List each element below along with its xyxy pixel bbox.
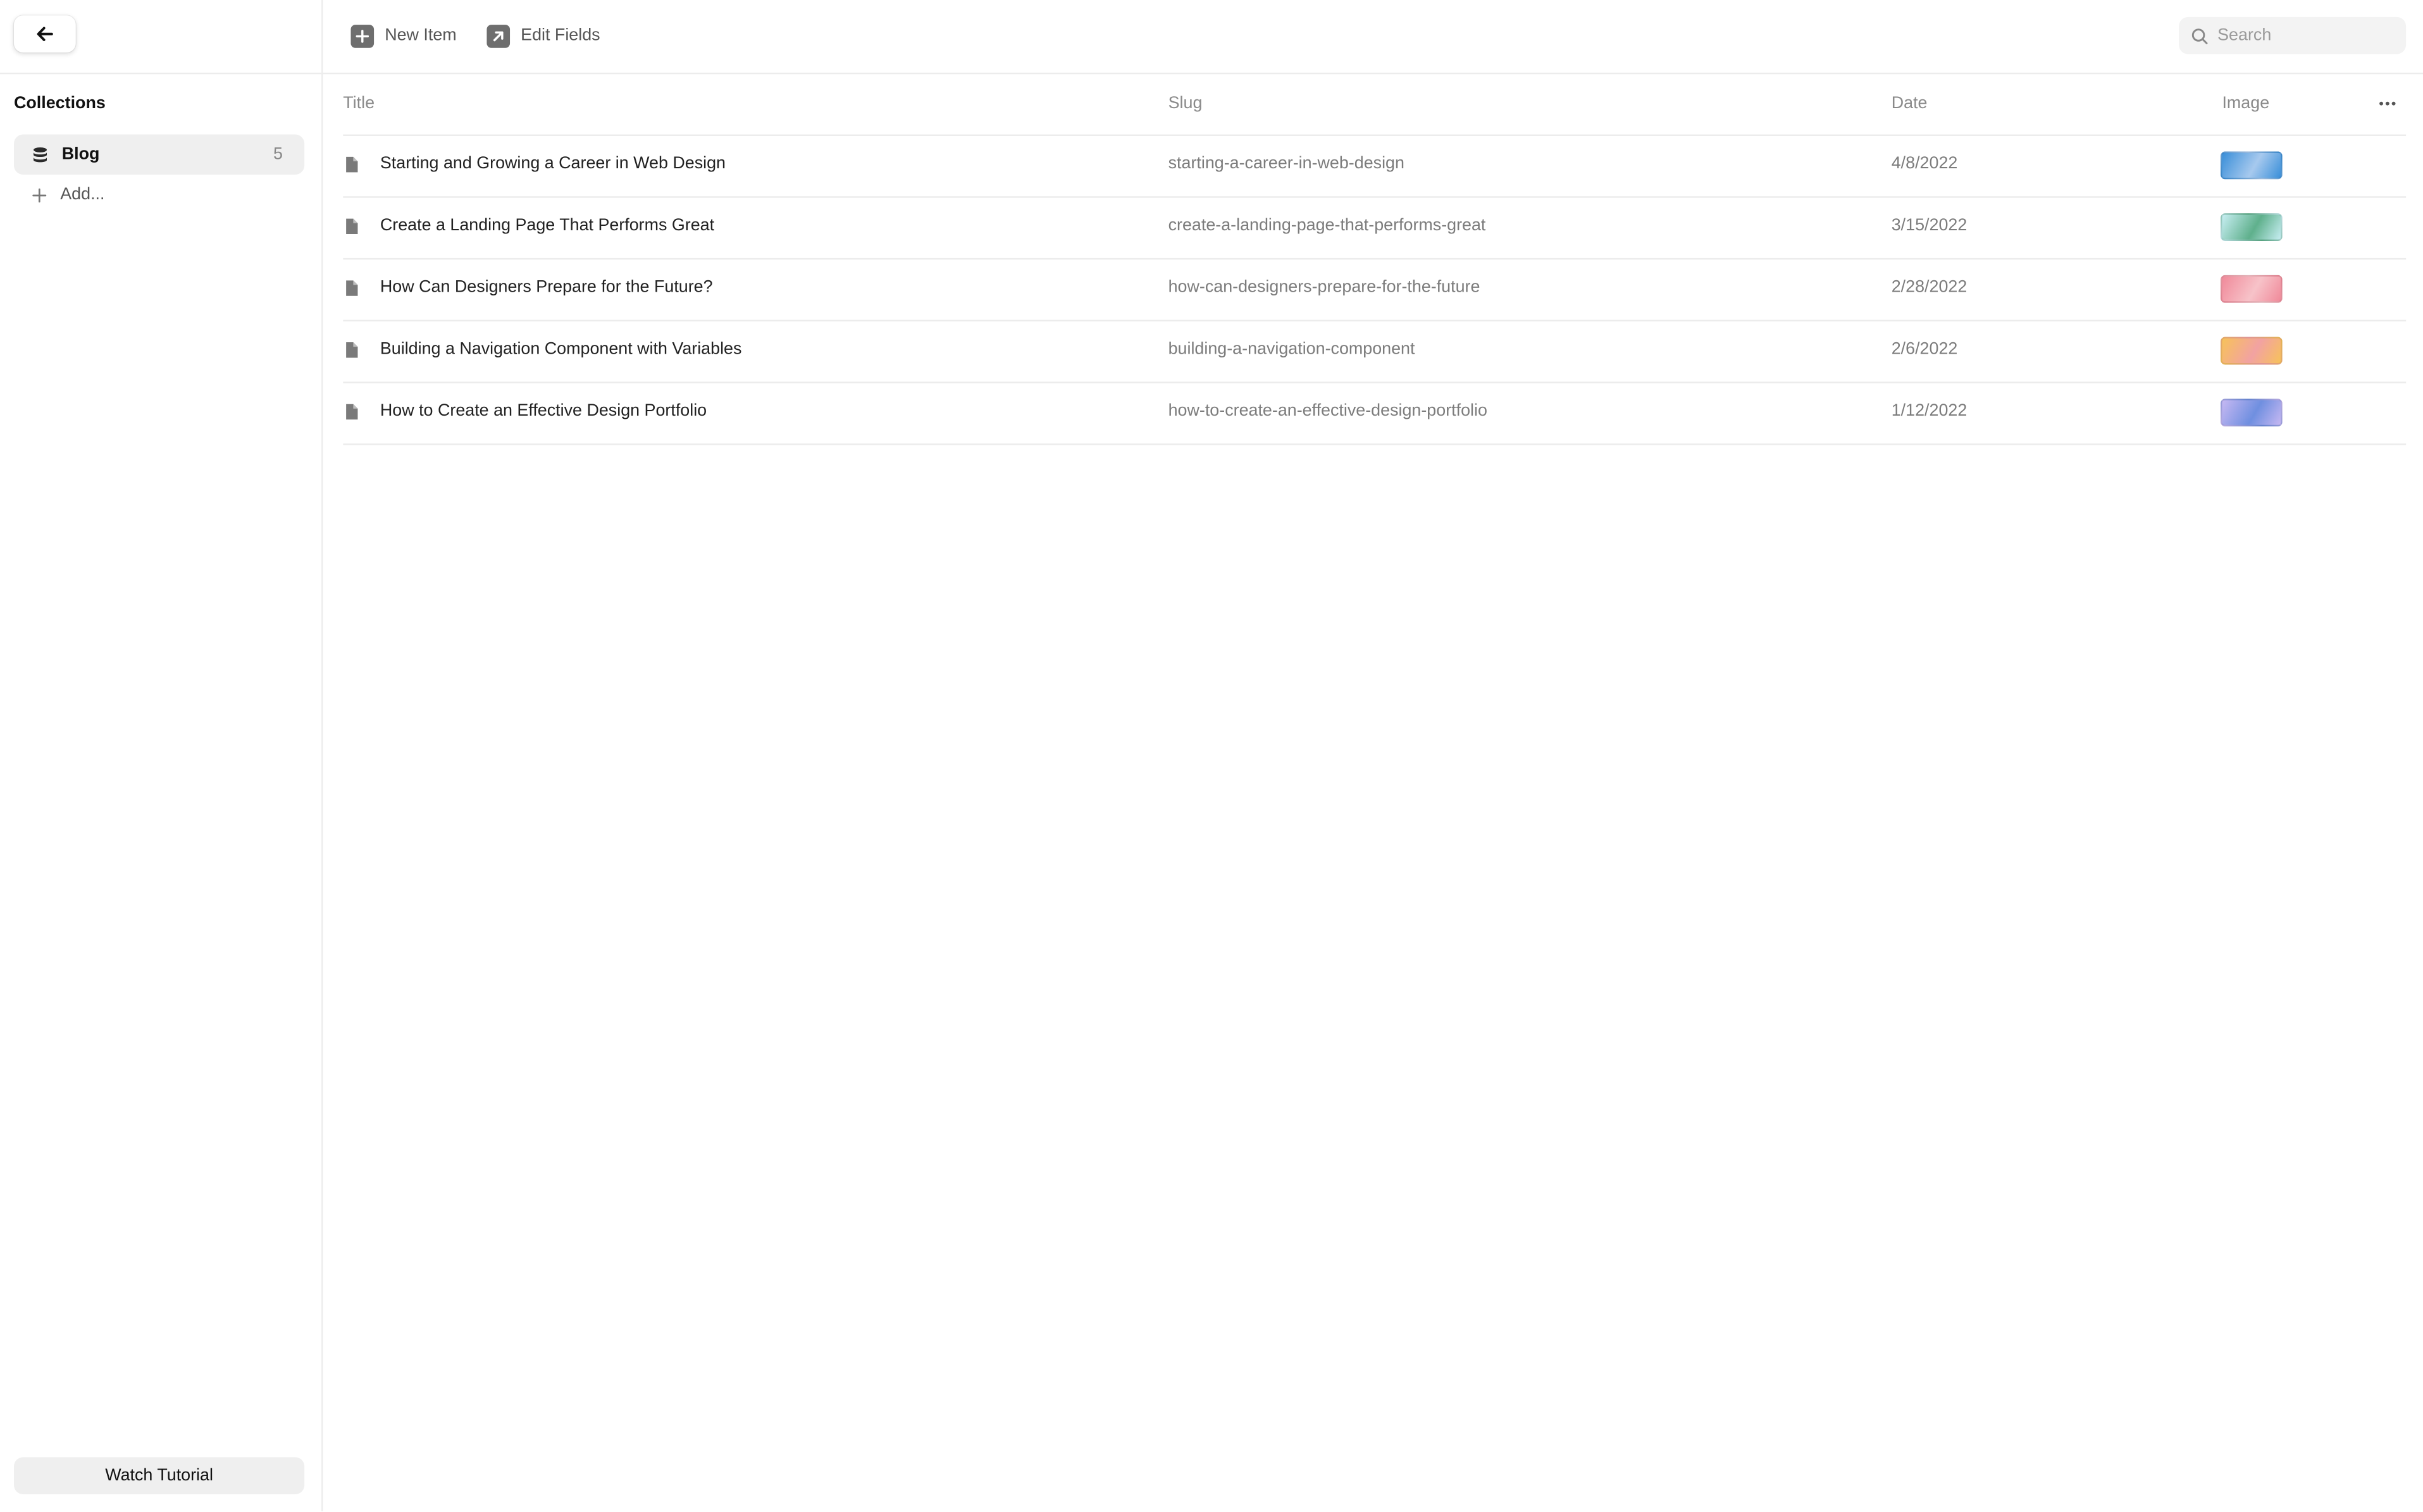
- row-title: Starting and Growing a Career in Web Des…: [380, 154, 726, 173]
- arrow-left-icon: [37, 27, 53, 41]
- add-collection-button[interactable]: Add...: [14, 181, 304, 209]
- table-row[interactable]: Create a Landing Page That Performs Grea…: [343, 198, 2407, 260]
- document-icon: [346, 156, 358, 173]
- back-button[interactable]: [13, 15, 76, 53]
- sidebar-header: [0, 0, 322, 75]
- watch-tutorial-button[interactable]: Watch Tutorial: [13, 1457, 305, 1494]
- row-title: How to Create an Effective Design Portfo…: [380, 402, 707, 421]
- row-slug: starting-a-career-in-web-design: [1168, 154, 1404, 173]
- collection-count: 5: [273, 145, 283, 164]
- row-date: 2/28/2022: [1891, 278, 1968, 297]
- table-row[interactable]: How Can Designers Prepare for the Future…: [343, 259, 2407, 322]
- row-date: 3/15/2022: [1891, 216, 1968, 235]
- edit-fields-label: Edit Fields: [521, 26, 600, 45]
- row-title: How Can Designers Prepare for the Future…: [380, 278, 713, 297]
- toolbar: New Item Edit Fields: [323, 0, 2423, 75]
- new-item-button[interactable]: New Item: [350, 22, 457, 49]
- row-date: 2/6/2022: [1891, 340, 1958, 359]
- row-title: Create a Landing Page That Performs Grea…: [380, 216, 715, 235]
- arrow-up-right-square-icon: [486, 23, 511, 47]
- collection-item-blog[interactable]: Blog 5: [13, 134, 305, 175]
- new-item-label: New Item: [385, 26, 457, 45]
- plus-icon: [32, 187, 47, 202]
- add-collection-label: Add...: [60, 185, 105, 204]
- row-image-thumbnail[interactable]: [2221, 151, 2283, 180]
- row-slug: how-to-create-an-effective-design-portfo…: [1168, 402, 1487, 421]
- row-date: 4/8/2022: [1891, 154, 1958, 173]
- column-header-date[interactable]: Date: [1892, 94, 1928, 113]
- column-header-title[interactable]: Title: [343, 94, 375, 113]
- sidebar: Collections Blog 5 Add... Watch Tutorial: [0, 0, 323, 1511]
- document-icon: [346, 404, 358, 420]
- plus-square-icon: [350, 23, 375, 47]
- more-options-button[interactable]: [2372, 93, 2403, 115]
- table-row[interactable]: How to Create an Effective Design Portfo…: [343, 383, 2407, 445]
- row-slug: create-a-landing-page-that-performs-grea…: [1168, 216, 1486, 235]
- database-icon: [34, 146, 47, 162]
- row-image-thumbnail[interactable]: [2221, 399, 2283, 427]
- row-image-thumbnail[interactable]: [2221, 213, 2283, 242]
- main-content: New Item Edit Fields Title Slug Date: [323, 0, 2423, 1511]
- document-icon: [346, 342, 358, 358]
- search-icon: [2191, 27, 2208, 44]
- ellipsis-icon: [2379, 101, 2396, 106]
- row-date: 1/12/2022: [1891, 402, 1968, 421]
- column-header-image[interactable]: Image: [2222, 94, 2269, 113]
- row-title: Building a Navigation Component with Var…: [380, 340, 742, 359]
- search-box[interactable]: [2179, 16, 2407, 54]
- row-slug: building-a-navigation-component: [1168, 340, 1415, 359]
- row-slug: how-can-designers-prepare-for-the-future: [1168, 278, 1480, 297]
- edit-fields-button[interactable]: Edit Fields: [486, 22, 600, 49]
- table-row[interactable]: Starting and Growing a Career in Web Des…: [343, 136, 2407, 198]
- row-image-thumbnail[interactable]: [2221, 275, 2283, 303]
- search-input[interactable]: [2217, 26, 2388, 45]
- row-image-thumbnail[interactable]: [2221, 337, 2283, 365]
- document-icon: [346, 218, 358, 235]
- collection-label: Blog: [61, 145, 100, 164]
- table-header: Title Slug Date Image: [343, 74, 2407, 136]
- column-header-slug[interactable]: Slug: [1168, 94, 1203, 113]
- table-row[interactable]: Building a Navigation Component with Var…: [343, 321, 2407, 383]
- collections-heading: Collections: [13, 94, 106, 113]
- items-table: Title Slug Date Image Starting and Growi…: [343, 74, 2407, 445]
- document-icon: [346, 280, 358, 296]
